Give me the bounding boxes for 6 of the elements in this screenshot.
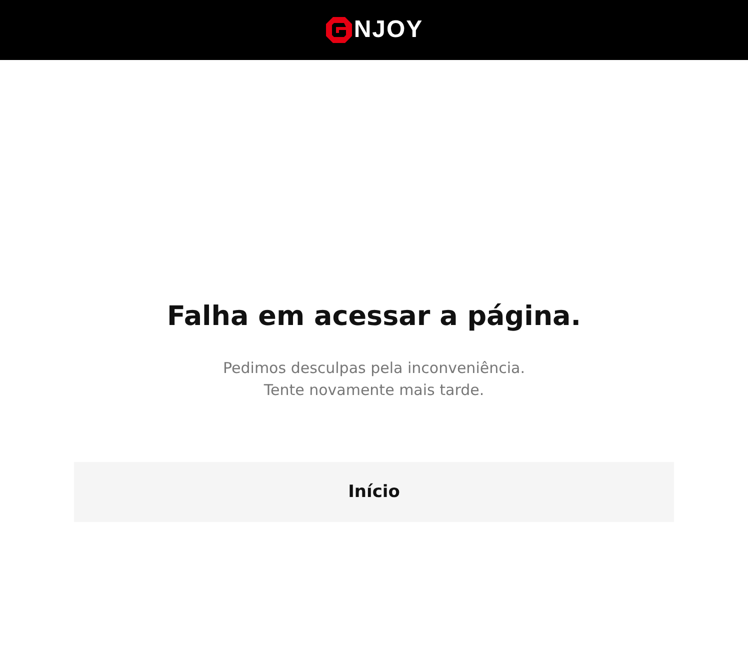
error-title: Falha em acessar a página.: [166, 300, 582, 334]
error-message: Pedimos desculpas pela inconveniência.: [223, 358, 525, 379]
home-button[interactable]: Início: [74, 462, 674, 522]
logo-text: NJOY: [354, 18, 424, 42]
logo-icon: [324, 16, 353, 44]
error-message: Tente novamente mais tarde.: [264, 380, 484, 401]
